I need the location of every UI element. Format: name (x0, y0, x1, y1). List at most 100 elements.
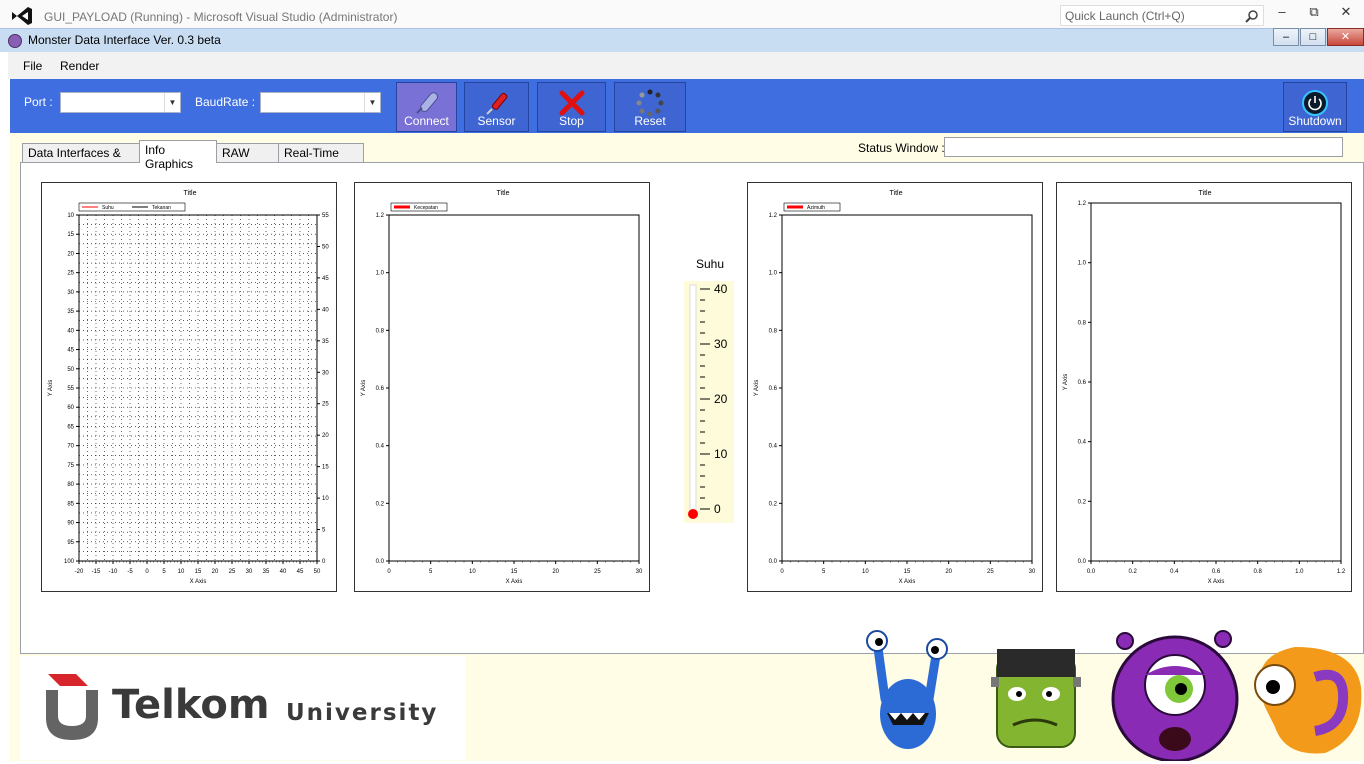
x-axis-label: X Axis (190, 579, 207, 585)
y2-tick-label: 10 (322, 496, 329, 502)
main-content: Data Interfaces & Map Info Graphics RAW … (10, 133, 1364, 763)
menu-render[interactable]: Render (60, 59, 99, 73)
y-tick-label: 1.2 (769, 213, 778, 219)
y-tick-label: 0.2 (769, 501, 778, 507)
y-tick-label: 0.0 (769, 559, 778, 565)
y-tick-label: 1.0 (769, 271, 778, 277)
y-tick-label: 40 (67, 328, 74, 334)
quick-launch-placeholder: Quick Launch (Ctrl+Q) (1065, 9, 1185, 23)
x-tick-label: 0 (387, 569, 391, 575)
tab-data-interfaces-map[interactable]: Data Interfaces & Map (22, 143, 140, 174)
telkom-university-logo: Telkom University (20, 656, 466, 760)
y-tick-label: 0.0 (1078, 559, 1087, 565)
connect-button[interactable]: Connect (396, 82, 457, 132)
x-tick-label: 5 (429, 569, 433, 575)
orange-lizard-monster-icon (1254, 647, 1362, 754)
blue-monster-icon (866, 630, 948, 749)
x-tick-label: 40 (280, 569, 287, 575)
vs-title-bar: GUI_PAYLOAD (Running) - Microsoft Visual… (0, 0, 1364, 28)
y-tick-label: 1.0 (376, 271, 385, 277)
y-tick-label: 0.6 (769, 386, 778, 392)
stop-button[interactable]: Stop (537, 82, 606, 132)
chart-title: Title (184, 190, 197, 197)
x-tick-label: 30 (1029, 569, 1036, 575)
stop-label: Stop (559, 114, 584, 128)
legend-label: Azimuth (807, 205, 825, 211)
power-icon (1302, 90, 1328, 116)
x-tick-label: 50 (314, 569, 321, 575)
x-tick-label: -20 (75, 569, 84, 575)
x-tick-label: 15 (904, 569, 911, 575)
legend-label: Tekanan (152, 205, 171, 211)
y-axis-label: Y Axis (1063, 374, 1069, 391)
y-axis-label: Y Axis (48, 380, 54, 397)
form-maximize-button[interactable]: □ (1300, 28, 1326, 46)
x-tick-label: 5 (822, 569, 826, 575)
x-tick-label: 15 (511, 569, 518, 575)
x-tick-label: -5 (127, 569, 133, 575)
quick-launch-input[interactable]: Quick Launch (Ctrl+Q) (1060, 5, 1264, 26)
y2-tick-label: 0 (322, 559, 326, 565)
sensor-label: Sensor (477, 114, 516, 128)
y-tick-label: 60 (67, 405, 74, 411)
menu-file[interactable]: File (23, 59, 42, 73)
y-tick-label: 0.8 (376, 328, 385, 334)
chart-title: Title (890, 190, 903, 197)
x-tick-label: 0.0 (1087, 569, 1096, 575)
x-tick-label: 15 (195, 569, 202, 575)
x-tick-label: 10 (469, 569, 476, 575)
chevron-down-icon[interactable]: ▼ (164, 93, 180, 112)
reset-button[interactable]: Reset (614, 82, 686, 132)
x-tick-label: 20 (212, 569, 219, 575)
thermometer-gauge: 0 10 20 30 40 (684, 281, 734, 523)
logo-sub-text: University (286, 700, 438, 726)
tab-raw-data[interactable]: RAW Data (216, 143, 279, 174)
x-tick-label: 0 (780, 569, 784, 575)
y-tick-label: 100 (64, 559, 75, 565)
y-tick-label: 0.2 (1078, 499, 1087, 505)
x-axis-label: X Axis (899, 579, 916, 585)
x-tick-label: -10 (109, 569, 118, 575)
y-tick-label: 0.6 (376, 386, 385, 392)
tab-real-time-data[interactable]: Real-Time Data (278, 143, 364, 174)
chart-azimuth-svg: Title 0 5 10 15 20 25 30 0.0 0.2 0.4 0.6 0.8 1.0 1.2 X … (754, 190, 1036, 585)
thermometer-tick-label: 30 (714, 337, 728, 351)
y-tick-label: 1.2 (376, 213, 385, 219)
baudrate-select[interactable]: ▼ (260, 92, 381, 113)
y-tick-label: 30 (67, 290, 74, 296)
x-tick-label: 0 (145, 569, 149, 575)
form-title: Monster Data Interface Ver. 0.3 beta (28, 33, 221, 47)
thermometer-bulb (688, 509, 698, 519)
chart-title: Title (497, 190, 510, 197)
menu-bar: File Render (8, 52, 1364, 79)
x-tick-label: 30 (246, 569, 253, 575)
form-close-button[interactable]: ✕ (1327, 28, 1364, 46)
status-window-field[interactable] (944, 137, 1343, 157)
port-select[interactable]: ▼ (60, 92, 181, 113)
loading-spinner-icon (636, 89, 664, 117)
vs-window-title: GUI_PAYLOAD (Running) - Microsoft Visual… (44, 10, 398, 24)
x-tick-label: 0.4 (1170, 569, 1179, 575)
y2-tick-label: 25 (322, 402, 329, 408)
sensor-button[interactable]: Sensor (464, 82, 529, 132)
monsters-graphic (866, 630, 1362, 763)
y-tick-label: 75 (67, 463, 74, 469)
port-label: Port : (24, 95, 53, 109)
close-icon[interactable]: ✕ (1334, 4, 1358, 24)
y-tick-label: 55 (67, 386, 74, 392)
tab-info-graphics[interactable]: Info Graphics (139, 140, 217, 171)
shutdown-button[interactable]: Shutdown (1283, 82, 1347, 132)
chart-suhu-tekanan-svg: Title-20 -15 -10 -5 0 5 10 15 20 25 30 35 40 45 501015… (48, 190, 329, 585)
y-tick-label: 25 (67, 271, 74, 277)
y-tick-label: 0.0 (376, 559, 385, 565)
form-minimize-button[interactable]: – (1273, 28, 1299, 46)
baudrate-label: BaudRate : (195, 95, 256, 109)
chevron-down-icon[interactable]: ▼ (364, 93, 380, 112)
y-tick-label: 0.4 (769, 444, 778, 450)
minimize-icon[interactable]: – (1270, 4, 1294, 24)
thermometer-tick-label: 40 (714, 282, 728, 296)
x-tick-label: 25 (229, 569, 236, 575)
restore-icon[interactable]: ⧉ (1302, 4, 1326, 24)
x-tick-label: 25 (987, 569, 994, 575)
y-tick-label: 70 (67, 444, 74, 450)
